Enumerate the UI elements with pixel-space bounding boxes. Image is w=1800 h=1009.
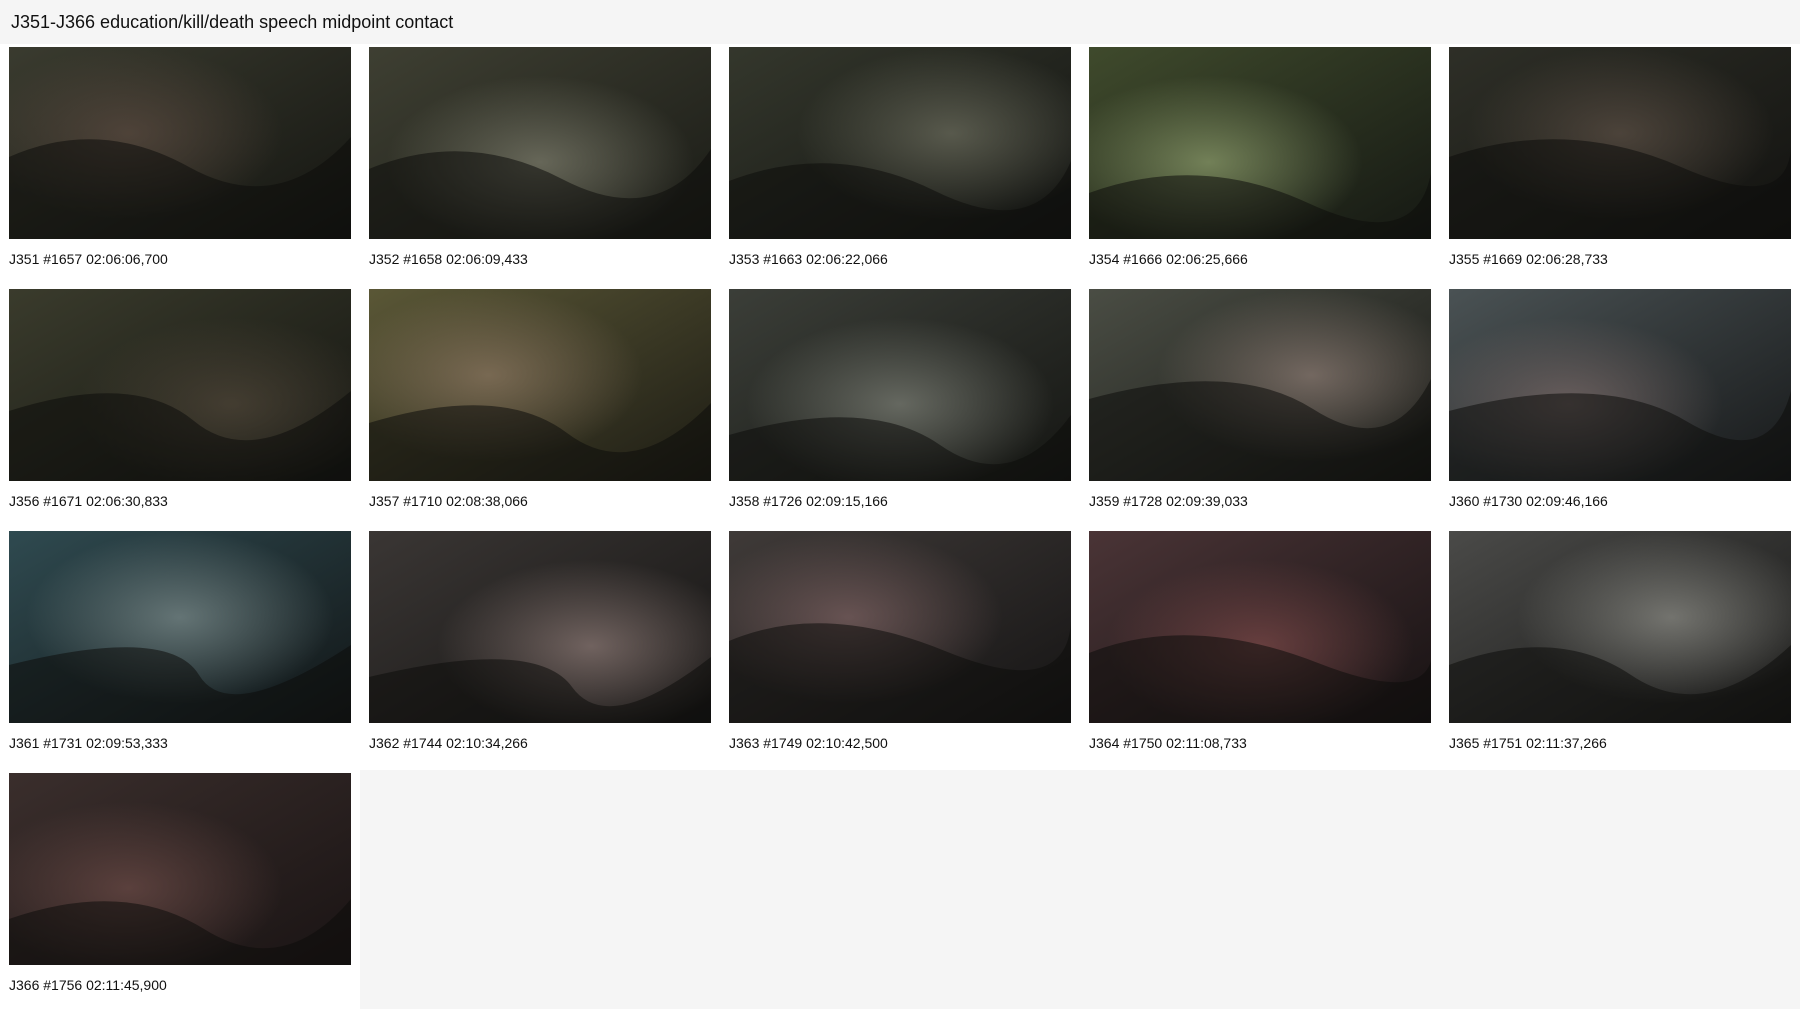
video-frame-image [1089, 47, 1431, 239]
frame-caption: J364 #1750 02:11:08,733 [1089, 735, 1247, 751]
video-frame-image [1449, 47, 1791, 239]
frame-caption: J353 #1663 02:06:22,066 [729, 251, 888, 267]
frame-cell[interactable]: J351 #1657 02:06:06,700 [0, 44, 360, 286]
frame-cell[interactable]: J361 #1731 02:09:53,333 [0, 528, 360, 770]
frame-cell[interactable]: J357 #1710 02:08:38,066 [360, 286, 720, 528]
frame-cell[interactable]: J356 #1671 02:06:30,833 [0, 286, 360, 528]
frame-thumbnail[interactable] [369, 47, 711, 239]
video-frame-image [729, 47, 1071, 239]
frame-thumbnail[interactable] [9, 289, 351, 481]
frame-cell[interactable]: J358 #1726 02:09:15,166 [720, 286, 1080, 528]
frame-thumbnail[interactable] [1089, 289, 1431, 481]
frame-caption: J365 #1751 02:11:37,266 [1449, 735, 1607, 751]
frame-caption: J359 #1728 02:09:39,033 [1089, 493, 1248, 509]
frame-thumbnail[interactable] [1449, 289, 1791, 481]
frame-cell[interactable]: J360 #1730 02:09:46,166 [1440, 286, 1800, 528]
thumbnail-grid: J351 #1657 02:06:06,700 J352 #1658 02:06:… [0, 44, 1800, 1009]
frame-cell[interactable]: J366 #1756 02:11:45,900 [0, 770, 360, 1009]
frame-thumbnail[interactable] [9, 531, 351, 723]
frame-thumbnail[interactable] [1089, 531, 1431, 723]
frame-caption: J363 #1749 02:10:42,500 [729, 735, 888, 751]
frame-cell[interactable]: J364 #1750 02:11:08,733 [1080, 528, 1440, 770]
video-frame-image [369, 289, 711, 481]
frame-cell[interactable]: J363 #1749 02:10:42,500 [720, 528, 1080, 770]
frame-caption: J358 #1726 02:09:15,166 [729, 493, 888, 509]
frame-thumbnail[interactable] [1449, 531, 1791, 723]
frame-caption: J360 #1730 02:09:46,166 [1449, 493, 1608, 509]
frame-cell[interactable]: J365 #1751 02:11:37,266 [1440, 528, 1800, 770]
video-frame-image [1089, 289, 1431, 481]
frame-cell[interactable]: J355 #1669 02:06:28,733 [1440, 44, 1800, 286]
frame-caption: J366 #1756 02:11:45,900 [9, 977, 167, 993]
page-title: J351-J366 education/kill/death speech mi… [11, 12, 454, 32]
video-frame-image [369, 47, 711, 239]
frame-cell[interactable]: J362 #1744 02:10:34,266 [360, 528, 720, 770]
frame-thumbnail[interactable] [1089, 47, 1431, 239]
frame-cell[interactable]: J359 #1728 02:09:39,033 [1080, 286, 1440, 528]
video-frame-image [729, 289, 1071, 481]
frame-caption: J351 #1657 02:06:06,700 [9, 251, 168, 267]
frame-thumbnail[interactable] [729, 47, 1071, 239]
frame-cell[interactable]: J353 #1663 02:06:22,066 [720, 44, 1080, 286]
frame-caption: J362 #1744 02:10:34,266 [369, 735, 528, 751]
video-frame-image [729, 531, 1071, 723]
frame-thumbnail[interactable] [1449, 47, 1791, 239]
frame-caption: J355 #1669 02:06:28,733 [1449, 251, 1608, 267]
video-frame-image [9, 289, 351, 481]
frame-thumbnail[interactable] [369, 531, 711, 723]
frame-caption: J356 #1671 02:06:30,833 [9, 493, 168, 509]
frame-cell[interactable]: J354 #1666 02:06:25,666 [1080, 44, 1440, 286]
frame-thumbnail[interactable] [9, 47, 351, 239]
frame-thumbnail[interactable] [729, 289, 1071, 481]
video-frame-image [1449, 289, 1791, 481]
video-frame-image [1089, 531, 1431, 723]
video-frame-image [9, 47, 351, 239]
video-frame-image [9, 531, 351, 723]
frame-thumbnail[interactable] [729, 531, 1071, 723]
video-frame-image [369, 531, 711, 723]
frame-cell[interactable]: J352 #1658 02:06:09,433 [360, 44, 720, 286]
frame-caption: J357 #1710 02:08:38,066 [369, 493, 528, 509]
video-frame-image [1449, 531, 1791, 723]
frame-caption: J352 #1658 02:06:09,433 [369, 251, 528, 267]
frame-thumbnail[interactable] [369, 289, 711, 481]
frame-caption: J354 #1666 02:06:25,666 [1089, 251, 1248, 267]
contact-sheet-page: J351-J366 education/kill/death speech mi… [0, 0, 1800, 1009]
frame-caption: J361 #1731 02:09:53,333 [9, 735, 168, 751]
frame-thumbnail[interactable] [9, 773, 351, 965]
video-frame-image [9, 773, 351, 965]
